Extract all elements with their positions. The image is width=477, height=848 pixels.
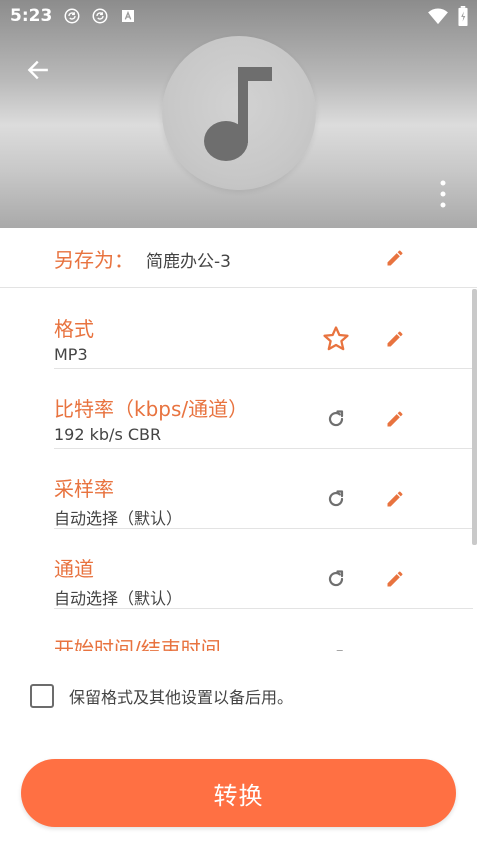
- scrollbar[interactable]: [472, 289, 477, 545]
- edit-sample-rate-button[interactable]: [379, 483, 411, 515]
- setting-value: MP3: [54, 345, 88, 364]
- favorite-button[interactable]: [320, 323, 352, 355]
- font-icon: [118, 6, 138, 26]
- setting-title: 比特率（kbps/通道）: [54, 397, 249, 421]
- music-note-icon: [204, 67, 272, 161]
- setting-title: 采样率: [54, 477, 114, 501]
- more-vertical-icon: [440, 180, 446, 208]
- reset-time-range-button[interactable]: [320, 643, 352, 651]
- reset-sample-rate-button[interactable]: [320, 483, 352, 515]
- edit-format-button[interactable]: [379, 323, 411, 355]
- pencil-icon: [387, 571, 403, 587]
- status-time: 5:23: [10, 6, 53, 26]
- setting-row-bitrate[interactable]: 比特率（kbps/通道） 192 kb/s CBR: [0, 369, 477, 449]
- edit-time-range-button[interactable]: [379, 643, 411, 651]
- setting-title: 开始时间/结束时间: [54, 637, 221, 651]
- save-as-edit-button[interactable]: [379, 242, 411, 274]
- setting-row-sample-rate[interactable]: 采样率 自动选择（默认）: [0, 449, 477, 529]
- setting-row-channel[interactable]: 通道 自动选择（默认）: [0, 529, 477, 609]
- header: 5:23: [0, 0, 477, 228]
- pencil-icon: [387, 331, 403, 347]
- save-as-label: 另存为：: [54, 248, 134, 272]
- sync-icon: [62, 6, 82, 26]
- keep-settings-row[interactable]: 保留格式及其他设置以备后用。: [30, 683, 293, 709]
- setting-title: 通道: [54, 557, 94, 581]
- arrow-left-icon: [27, 60, 48, 80]
- status-bar: 5:23: [0, 0, 477, 32]
- save-as-row: 另存为： 简鹿办公-3: [0, 228, 477, 288]
- battery-icon: [457, 6, 469, 30]
- setting-value: 自动选择（默认）: [54, 589, 183, 608]
- pencil-icon: [387, 491, 403, 507]
- settings-list[interactable]: 格式 MP3 比特率（kbps/通道） 192 kb/s CBR 采样率 自动选…: [0, 289, 477, 651]
- pencil-icon: [387, 411, 403, 427]
- reset-channel-button[interactable]: [320, 563, 352, 595]
- edit-channel-button[interactable]: [379, 563, 411, 595]
- setting-value: 自动选择（默认）: [54, 509, 183, 528]
- star-outline-icon: [323, 326, 349, 351]
- wifi-icon: [427, 7, 449, 29]
- convert-button-label: 转换: [213, 781, 264, 810]
- refresh-icon: [328, 570, 344, 587]
- sync-icon: [90, 6, 110, 26]
- back-button[interactable]: [20, 52, 56, 88]
- setting-row-time-range[interactable]: 开始时间/结束时间: [0, 609, 477, 651]
- album-art: [162, 36, 316, 190]
- edit-bitrate-button[interactable]: [379, 403, 411, 435]
- setting-row-format[interactable]: 格式 MP3: [0, 289, 477, 369]
- reset-bitrate-button[interactable]: [320, 403, 352, 435]
- setting-value: 192 kb/s CBR: [54, 425, 162, 444]
- save-as-value[interactable]: 简鹿办公-3: [146, 247, 231, 272]
- pencil-icon: [387, 250, 403, 266]
- refresh-icon: [336, 650, 343, 651]
- keep-settings-label: 保留格式及其他设置以备后用。: [69, 688, 294, 707]
- keep-settings-checkbox[interactable]: [30, 684, 54, 708]
- setting-title: 格式: [54, 317, 94, 341]
- more-button[interactable]: [431, 176, 455, 212]
- status-right: [427, 6, 469, 30]
- refresh-icon: [328, 410, 344, 427]
- convert-button[interactable]: 转换: [21, 759, 456, 827]
- pencil-icon: [385, 649, 405, 651]
- refresh-icon: [328, 490, 344, 507]
